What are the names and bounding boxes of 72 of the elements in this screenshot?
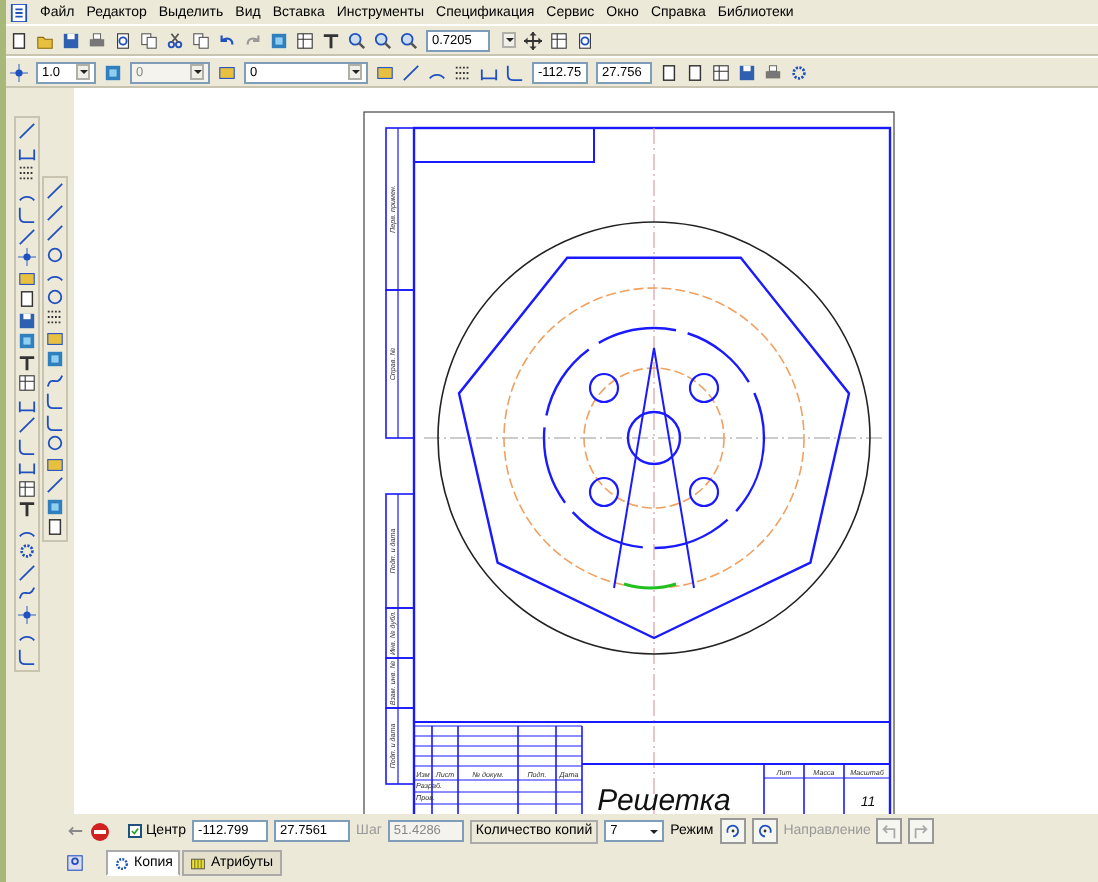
side-stamp-cell	[385, 707, 415, 785]
print-icon[interactable]	[764, 63, 782, 81]
point-icon[interactable]	[18, 605, 36, 623]
line-tool-icon[interactable]	[402, 63, 420, 81]
turn-right-icon[interactable]	[908, 818, 935, 844]
table-icon[interactable]	[712, 63, 730, 81]
zoom-icon[interactable]	[348, 31, 366, 49]
scissors-icon[interactable]	[166, 31, 184, 49]
circle-tool-icon[interactable]	[46, 434, 64, 452]
bolt-hole	[588, 372, 620, 404]
bolt-hole	[688, 476, 720, 508]
preview-icon[interactable]	[114, 31, 132, 49]
dropdown-button[interactable]	[76, 64, 90, 80]
new-document-icon[interactable]	[10, 31, 28, 49]
pan-icon[interactable]	[524, 31, 542, 49]
back-arrow-icon[interactable]	[66, 822, 84, 840]
dimension-icon[interactable]	[18, 458, 36, 476]
text-icon[interactable]	[322, 31, 340, 49]
save-icon[interactable]	[62, 31, 80, 49]
contour-icon[interactable]	[46, 455, 64, 473]
center-hole	[626, 410, 682, 466]
turn-left-icon[interactable]	[876, 818, 903, 844]
document-icon[interactable]	[46, 518, 64, 536]
window-icon[interactable]	[576, 31, 594, 49]
fillet-icon[interactable]	[46, 392, 64, 410]
dropdown-button[interactable]	[502, 32, 516, 48]
center-checkbox[interactable]	[128, 824, 142, 838]
spline-icon[interactable]	[46, 371, 64, 389]
table-icon[interactable]	[296, 31, 314, 49]
printer-icon[interactable]	[88, 31, 106, 49]
gear-icon[interactable]	[790, 63, 808, 81]
document-icon[interactable]	[18, 290, 36, 308]
table-icon	[190, 855, 207, 871]
open-folder-icon[interactable]	[36, 31, 54, 49]
corner-icon[interactable]	[506, 63, 524, 81]
circle-tool-icon[interactable]	[46, 245, 64, 263]
zoom-icon[interactable]	[400, 31, 418, 49]
rotate-icon[interactable]	[719, 818, 746, 844]
corner-icon[interactable]	[18, 647, 36, 665]
snap-icon[interactable]	[10, 63, 28, 81]
drawing-title: Решетка	[597, 784, 731, 814]
paste-icon[interactable]	[192, 31, 210, 49]
fillet-icon[interactable]	[18, 206, 36, 224]
stop-icon[interactable]	[90, 821, 110, 841]
side-stamp-cell	[385, 657, 415, 709]
document-icon[interactable]	[10, 3, 28, 21]
line-tool-icon[interactable]	[46, 182, 64, 200]
dimension-icon[interactable]	[18, 143, 36, 161]
text-icon[interactable]	[18, 353, 36, 371]
gear-icon	[114, 855, 130, 871]
dimension-icon[interactable]	[18, 395, 36, 413]
table-icon[interactable]	[18, 374, 36, 392]
side-stamp-cell	[385, 493, 415, 609]
selected-arc	[623, 582, 677, 590]
rectangle-icon[interactable]	[18, 269, 36, 287]
rotate-icon[interactable]	[751, 818, 778, 844]
rectangle-icon[interactable]	[46, 329, 64, 347]
label-icon[interactable]	[18, 500, 36, 518]
bolt-hole	[688, 372, 720, 404]
line-tool-icon[interactable]	[18, 563, 36, 581]
sheet-icon[interactable]	[550, 31, 568, 49]
dropdown-button[interactable]	[348, 64, 362, 80]
bolt-hole	[588, 476, 620, 508]
zoom-icon[interactable]	[374, 31, 392, 49]
frame-icon[interactable]	[18, 479, 36, 497]
array-icon[interactable]	[46, 308, 64, 326]
undo-icon[interactable]	[218, 31, 236, 49]
line-tool-icon[interactable]	[18, 122, 36, 140]
point-icon[interactable]	[18, 248, 36, 266]
ellipse-icon[interactable]	[46, 287, 64, 305]
grid-icon[interactable]	[454, 63, 472, 81]
side-stamp-cell	[385, 607, 415, 659]
